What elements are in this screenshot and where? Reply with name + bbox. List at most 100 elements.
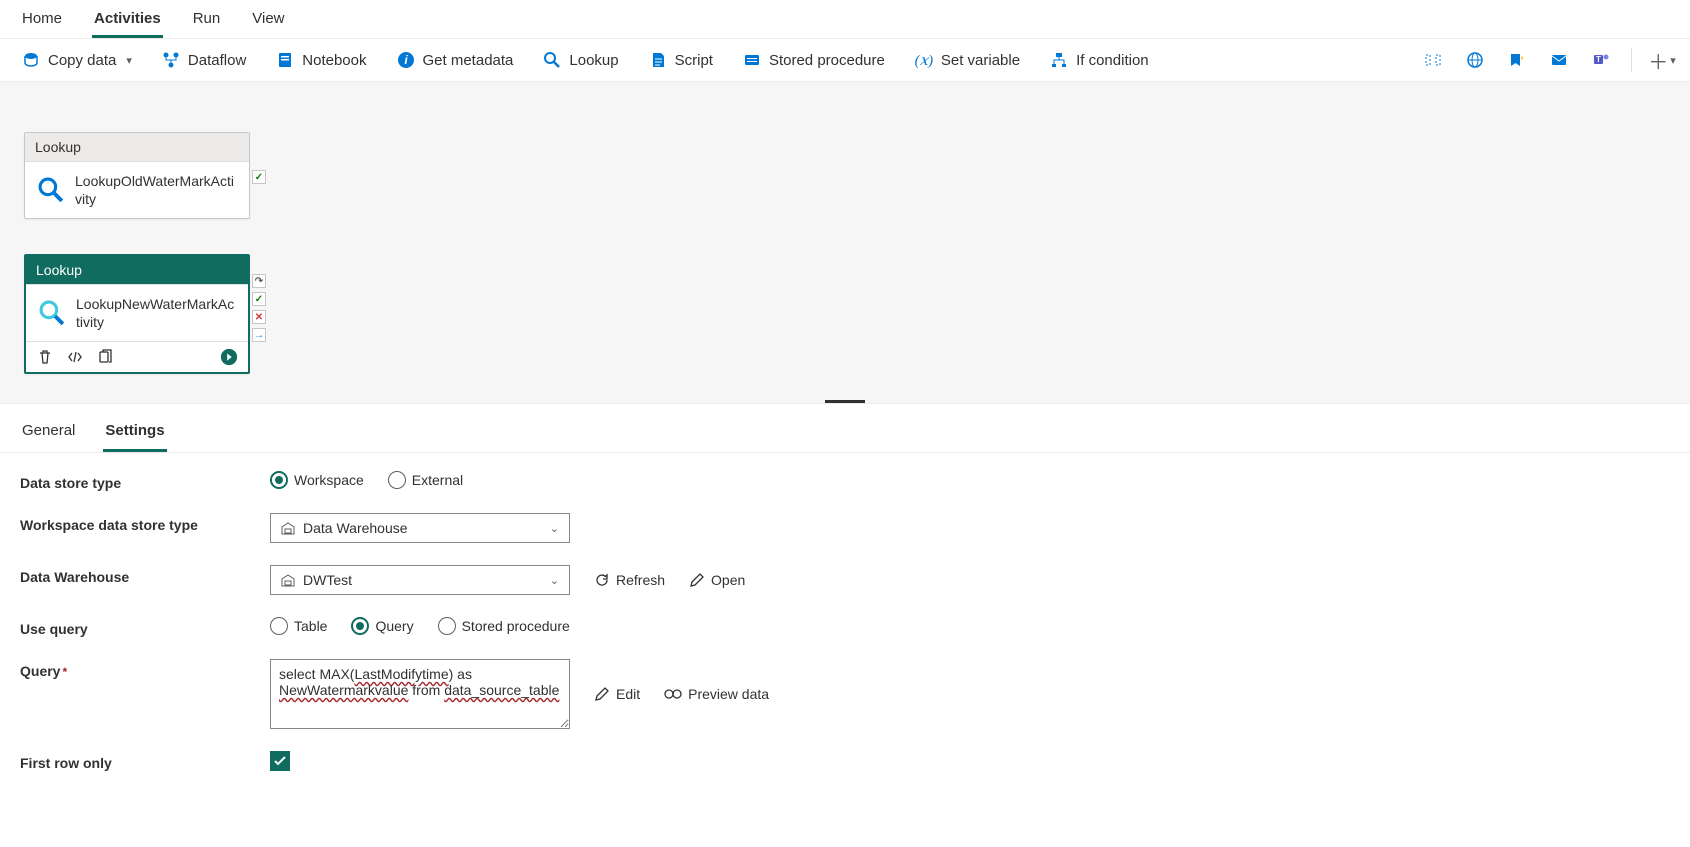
tab-activities[interactable]: Activities	[92, 6, 163, 38]
set-variable-button[interactable]: (𝑥) Set variable	[909, 47, 1026, 73]
lookup-icon	[37, 176, 65, 204]
dataflow-icon	[162, 51, 180, 69]
toolbar-extra-icon-1[interactable]	[1421, 48, 1445, 72]
copy-data-icon	[22, 51, 40, 69]
info-icon: i	[397, 51, 415, 69]
select-data-warehouse[interactable]: DWTest ⌄	[270, 565, 570, 595]
panel-resize-grip[interactable]	[825, 400, 865, 404]
activity1-handles: ✓	[252, 170, 266, 184]
detail-tabs: General Settings	[0, 404, 1690, 453]
radio-group-use-query: Table Query Stored procedure	[270, 617, 570, 635]
script-icon	[649, 51, 667, 69]
mail-icon[interactable]	[1547, 48, 1571, 72]
radio-table[interactable]: Table	[270, 617, 327, 635]
radio-external[interactable]: External	[388, 471, 463, 489]
toolbar-right: T ＋▾	[1421, 48, 1674, 72]
activity-type-label: Lookup	[25, 133, 249, 162]
notebook-button[interactable]: Notebook	[270, 47, 372, 73]
preview-data-button[interactable]: Preview data	[664, 686, 769, 702]
toolbar-extra-icon-2[interactable]	[1505, 48, 1529, 72]
pipeline-canvas[interactable]: Lookup LookupOldWaterMarkActivity ✓ Look…	[0, 82, 1690, 404]
tab-view[interactable]: View	[250, 6, 286, 38]
notebook-label: Notebook	[302, 52, 366, 69]
label-data-store-type: Data store type	[20, 471, 270, 491]
lookup-label: Lookup	[569, 52, 618, 69]
dataflow-button[interactable]: Dataflow	[156, 47, 252, 73]
activity-card-lookup-new[interactable]: Lookup LookupNewWaterMarkActivity	[24, 254, 250, 374]
copy-icon[interactable]	[96, 348, 114, 366]
activity-name: LookupNewWaterMarkActivity	[76, 295, 236, 331]
edit-icon	[689, 572, 705, 588]
label-first-row-only: First row only	[20, 751, 270, 771]
if-condition-button[interactable]: If condition	[1044, 47, 1155, 73]
skip-handle[interactable]: →	[252, 328, 266, 342]
stored-procedure-label: Stored procedure	[769, 52, 885, 69]
edit-icon	[594, 686, 610, 702]
activity2-handles: ↷ ✓ ✕ →	[252, 274, 266, 342]
radio-sp-label: Stored procedure	[462, 618, 570, 634]
check-icon	[273, 754, 287, 768]
failure-handle[interactable]: ✕	[252, 310, 266, 324]
add-button[interactable]: ＋▾	[1650, 48, 1674, 72]
label-data-warehouse: Data Warehouse	[20, 565, 270, 585]
radio-workspace-label: Workspace	[294, 472, 364, 488]
toolbar-divider	[1631, 48, 1632, 72]
checkbox-first-row-only[interactable]	[270, 751, 290, 771]
radio-group-data-store-type: Workspace External	[270, 471, 463, 489]
script-label: Script	[675, 52, 713, 69]
edit-button[interactable]: Edit	[594, 686, 640, 702]
tab-settings[interactable]: Settings	[103, 418, 166, 452]
script-button[interactable]: Script	[643, 47, 719, 73]
chevron-down-icon: ⌄	[550, 574, 559, 587]
activity-footer	[26, 341, 248, 372]
radio-query[interactable]: Query	[351, 617, 413, 635]
success-handle[interactable]: ✓	[252, 292, 266, 306]
copy-data-button[interactable]: Copy data ▾	[16, 47, 138, 73]
globe-icon[interactable]	[1463, 48, 1487, 72]
label-query: Query*	[20, 659, 270, 679]
label-use-query: Use query	[20, 617, 270, 637]
radio-workspace[interactable]: Workspace	[270, 471, 364, 489]
chevron-down-icon: ⌄	[550, 522, 559, 535]
get-metadata-label: Get metadata	[423, 52, 514, 69]
notebook-icon	[276, 51, 294, 69]
warehouse-icon	[281, 573, 295, 587]
activity-name: LookupOldWaterMarkActivity	[75, 172, 237, 208]
dataflow-label: Dataflow	[188, 52, 246, 69]
variable-icon: (𝑥)	[915, 51, 933, 69]
lookup-button[interactable]: Lookup	[537, 47, 624, 73]
activity-type-label: Lookup	[26, 256, 248, 285]
delete-icon[interactable]	[36, 348, 54, 366]
radio-external-label: External	[412, 472, 463, 488]
activity-card-lookup-old[interactable]: Lookup LookupOldWaterMarkActivity	[24, 132, 250, 219]
teams-icon[interactable]: T	[1589, 48, 1613, 72]
tab-run[interactable]: Run	[191, 6, 223, 38]
top-tabs: Home Activities Run View	[0, 0, 1690, 39]
run-icon[interactable]	[220, 348, 238, 366]
select-value: DWTest	[303, 572, 352, 588]
tab-general[interactable]: General	[20, 418, 77, 452]
open-button[interactable]: Open	[689, 572, 745, 588]
if-condition-icon	[1050, 51, 1068, 69]
select-value: Data Warehouse	[303, 520, 408, 536]
radio-stored-procedure[interactable]: Stored procedure	[438, 617, 570, 635]
select-workspace-data-store-type[interactable]: Data Warehouse ⌄	[270, 513, 570, 543]
completion-handle[interactable]: ↷	[252, 274, 266, 288]
radio-table-label: Table	[294, 618, 327, 634]
query-textarea[interactable]: select MAX(LastModifytime) as NewWaterma…	[270, 659, 570, 729]
edit-label: Edit	[616, 686, 640, 702]
warehouse-icon	[281, 521, 295, 535]
chevron-down-icon: ▾	[126, 54, 132, 67]
stored-procedure-icon	[743, 51, 761, 69]
preview-icon	[664, 688, 682, 700]
code-icon[interactable]	[66, 348, 84, 366]
refresh-button[interactable]: Refresh	[594, 572, 665, 588]
stored-procedure-button[interactable]: Stored procedure	[737, 47, 891, 73]
if-condition-label: If condition	[1076, 52, 1149, 69]
settings-form: Data store type Workspace External Works…	[0, 453, 1690, 811]
preview-data-label: Preview data	[688, 686, 769, 702]
success-handle[interactable]: ✓	[252, 170, 266, 184]
tab-home[interactable]: Home	[20, 6, 64, 38]
activities-toolbar: Copy data ▾ Dataflow Notebook i Get meta…	[0, 39, 1690, 82]
get-metadata-button[interactable]: i Get metadata	[391, 47, 520, 73]
